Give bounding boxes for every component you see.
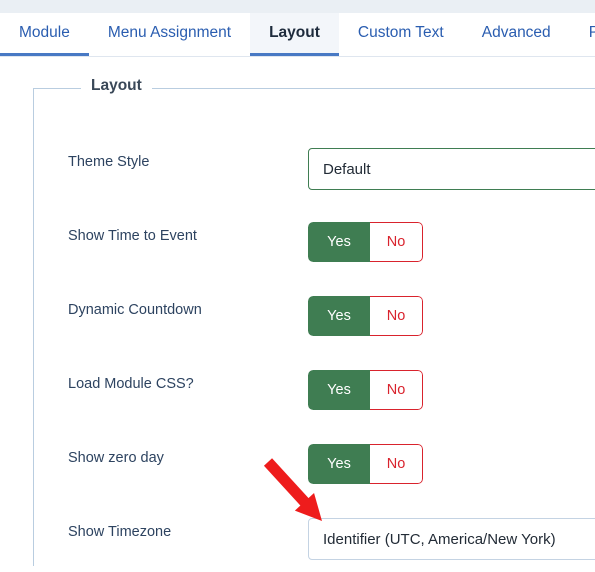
- label-dynamic-countdown: Dynamic Countdown: [68, 302, 202, 318]
- show-time-to-event-yes[interactable]: Yes: [308, 222, 370, 262]
- tab-custom-text[interactable]: Custom Text: [339, 13, 463, 56]
- tab-module[interactable]: Module: [0, 13, 89, 56]
- dynamic-countdown-toggle: Yes No: [308, 296, 423, 336]
- label-show-zero-day: Show zero day: [68, 450, 164, 466]
- control-show-time-to-event: Yes No: [308, 222, 423, 262]
- tab-module-label: Module: [19, 24, 70, 42]
- dynamic-countdown-no[interactable]: No: [370, 296, 423, 336]
- tab-menu-assignment[interactable]: Menu Assignment: [89, 13, 250, 56]
- load-module-css-toggle: Yes No: [308, 370, 423, 410]
- control-show-zero-day: Yes No: [308, 444, 423, 484]
- tab-advanced[interactable]: Advanced: [463, 13, 570, 56]
- form-row-show-timezone: Show Timezone Identifier (UTC, America/N…: [0, 498, 595, 572]
- form-row-dynamic-countdown: Dynamic Countdown Yes No: [0, 276, 595, 350]
- show-zero-day-yes[interactable]: Yes: [308, 444, 370, 484]
- tab-layout-label: Layout: [269, 24, 320, 42]
- label-theme-style: Theme Style: [68, 154, 150, 170]
- show-time-to-event-toggle: Yes No: [308, 222, 423, 262]
- control-show-timezone: Identifier (UTC, America/New York): [308, 518, 595, 560]
- tab-advanced-label: Advanced: [481, 24, 551, 42]
- control-dynamic-countdown: Yes No: [308, 296, 423, 336]
- top-strip: [0, 0, 595, 13]
- tab-menu-assignment-label: Menu Assignment: [107, 24, 232, 42]
- tab-bar: Module Menu Assignment Layout Custom Tex…: [0, 13, 595, 57]
- load-module-css-yes[interactable]: Yes: [308, 370, 370, 410]
- form-row-theme-style: Theme Style Default: [0, 128, 595, 202]
- show-timezone-value: Identifier (UTC, America/New York): [323, 530, 556, 548]
- label-show-time-to-event: Show Time to Event: [68, 228, 197, 244]
- load-module-css-no[interactable]: No: [370, 370, 423, 410]
- tab-custom-text-label: Custom Text: [357, 24, 444, 42]
- label-show-timezone: Show Timezone: [68, 524, 172, 540]
- dynamic-countdown-yes[interactable]: Yes: [308, 296, 370, 336]
- theme-style-value: Default: [323, 160, 371, 178]
- form-row-show-time-to-event: Show Time to Event Yes No: [0, 202, 595, 276]
- form-row-load-module-css: Load Module CSS? Yes No: [0, 350, 595, 424]
- theme-style-select[interactable]: Default: [308, 148, 595, 190]
- form-row-show-zero-day: Show zero day Yes No: [0, 424, 595, 498]
- show-zero-day-no[interactable]: No: [370, 444, 423, 484]
- show-time-to-event-no[interactable]: No: [370, 222, 423, 262]
- tab-permissions-label: Perm: [588, 24, 595, 42]
- layout-fieldset-legend: Layout: [81, 78, 152, 94]
- control-load-module-css: Yes No: [308, 370, 423, 410]
- tab-permissions[interactable]: Perm: [570, 13, 595, 56]
- tab-layout[interactable]: Layout: [250, 13, 339, 56]
- show-zero-day-toggle: Yes No: [308, 444, 423, 484]
- show-timezone-select[interactable]: Identifier (UTC, America/New York): [308, 518, 595, 560]
- control-theme-style: Default: [308, 148, 595, 190]
- label-load-module-css: Load Module CSS?: [68, 376, 194, 392]
- layout-settings-form: Theme Style Default Show Time to Event Y…: [0, 128, 595, 572]
